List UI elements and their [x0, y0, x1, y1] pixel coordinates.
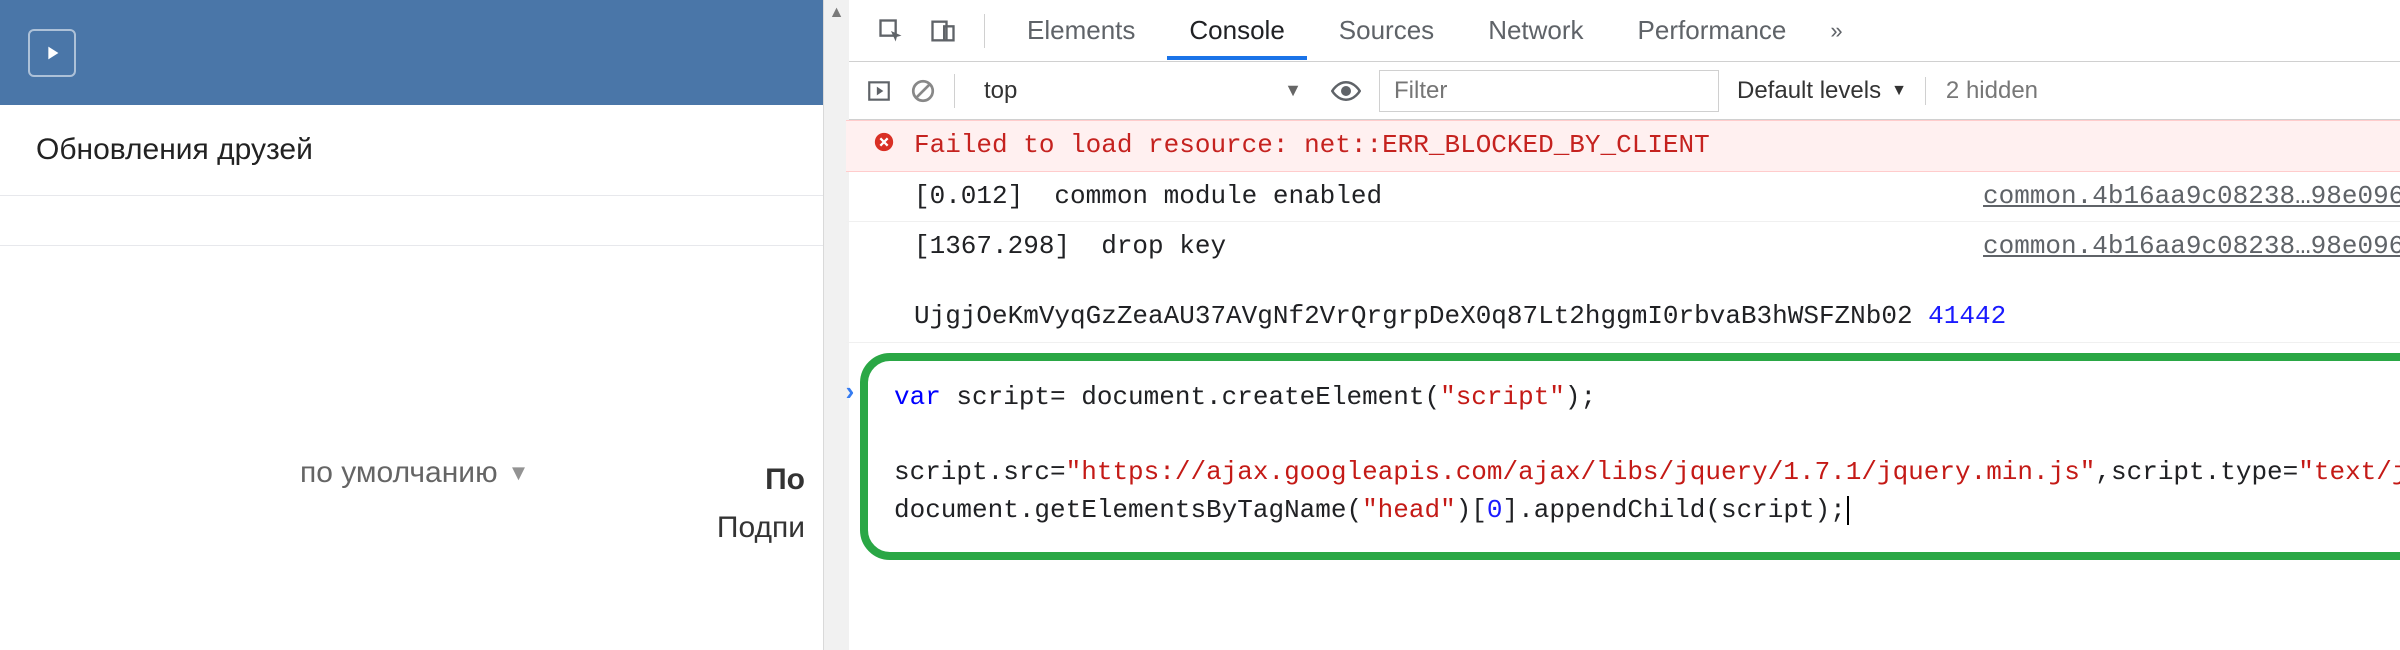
log-spacer [870, 178, 898, 182]
log-message-prefix: [1367.298] drop key [914, 228, 1226, 266]
log-source-link[interactable]: common.4b16aa9c08238…98e096dc49173fdc4:1 [1983, 228, 2400, 266]
more-tabs-icon[interactable]: » [1818, 18, 1854, 44]
chevron-down-icon: ▼ [1284, 80, 1302, 101]
error-icon [870, 127, 898, 153]
devtools-panel: Elements Console Sources Network Perform… [846, 0, 2400, 650]
cut-text-line2: Подпи [717, 504, 805, 552]
tab-console[interactable]: Console [1167, 1, 1306, 60]
devtools-tabbar: Elements Console Sources Network Perform… [846, 0, 2400, 62]
chevron-down-icon: ▼ [1891, 82, 1907, 100]
code-line: var script= document.createElement("scri… [894, 379, 2400, 417]
scroll-up-icon[interactable]: ▲ [824, 0, 849, 26]
cut-text: По Подпи [717, 456, 805, 552]
log-spacer [870, 298, 898, 302]
sidebar-toggle-icon[interactable] [866, 78, 892, 104]
log-levels-selector[interactable]: Default levels ▼ [1737, 77, 1907, 105]
left-bottom-row: по умолчанию ▼ По Подпи [0, 246, 845, 552]
console-prompt-icon: › [846, 375, 858, 413]
code-blank-line [894, 416, 2400, 454]
context-label: top [984, 77, 1017, 105]
context-selector[interactable]: top ▼ [973, 72, 1313, 110]
page-left-pane: Обновления друзей по умолчанию ▼ По Подп… [0, 0, 846, 650]
log-error-row[interactable]: Failed to load resource: net::ERR_BLOCKE… [846, 120, 2400, 172]
console-toolbar: top ▼ Default levels ▼ 2 hidden [846, 62, 2400, 120]
device-toggle-icon[interactable] [922, 10, 964, 52]
levels-label: Default levels [1737, 77, 1881, 105]
text-cursor [1847, 496, 1849, 525]
play-icon [41, 42, 63, 64]
empty-row [0, 196, 845, 246]
console-input[interactable]: var script= document.createElement("scri… [860, 353, 2400, 560]
chevron-down-icon: ▼ [508, 460, 530, 486]
log-row[interactable]: [1367.298] drop key common.4b16aa9c08238… [846, 222, 2400, 342]
divider [984, 14, 985, 48]
log-spacer [870, 228, 898, 232]
log-message: [0.012] common module enabled [914, 178, 1967, 216]
inspect-icon[interactable] [870, 10, 912, 52]
tab-performance[interactable]: Performance [1616, 1, 1809, 60]
tab-elements[interactable]: Elements [1005, 1, 1157, 60]
cut-text-line1: По [717, 456, 805, 504]
live-expression-icon[interactable] [1331, 76, 1361, 106]
log-message: Failed to load resource: net::ERR_BLOCKE… [914, 127, 2400, 165]
section-title: Обновления друзей [0, 105, 845, 196]
play-button[interactable] [28, 29, 76, 77]
console-output: Failed to load resource: net::ERR_BLOCKE… [846, 120, 2400, 650]
hidden-count[interactable]: 2 hidden [1925, 77, 2038, 105]
log-row[interactable]: [0.012] common module enabled common.4b1… [846, 172, 2400, 223]
sort-label: по умолчанию [300, 456, 498, 490]
divider [954, 74, 955, 108]
code-line: document.getElementsByTagName("head")[0]… [894, 492, 2400, 530]
log-source-link[interactable]: common.4b16aa9c08238…98e096dc49173fdc4:1 [1983, 178, 2400, 216]
sort-dropdown[interactable]: по умолчанию ▼ [300, 456, 529, 490]
filter-input[interactable] [1379, 70, 1719, 112]
vk-header [0, 0, 845, 105]
tab-sources[interactable]: Sources [1317, 1, 1456, 60]
tab-network[interactable]: Network [1466, 1, 1605, 60]
clear-console-icon[interactable] [910, 78, 936, 104]
code-line: script.src="https://ajax.googleapis.com/… [894, 454, 2400, 492]
log-message-body: UjgjOeKmVyqGzZeaAU37AVgNf2VrQrgrpDeX0q87… [914, 298, 2400, 336]
